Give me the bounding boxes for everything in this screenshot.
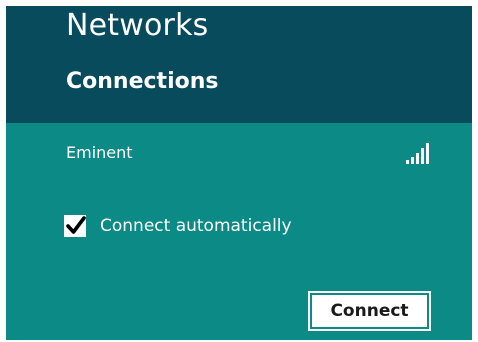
section-subtitle: Connections <box>66 69 219 94</box>
connect-automatically-label: Connect automatically <box>100 216 292 236</box>
network-name: Eminent <box>66 143 133 162</box>
checkmark-icon <box>66 216 86 234</box>
signal-bar <box>416 153 419 164</box>
connect-button[interactable]: Connect <box>308 291 431 331</box>
panel-header: Networks Connections <box>6 6 472 123</box>
connect-automatically-option[interactable]: Connect automatically <box>64 211 292 241</box>
signal-bar <box>421 148 424 164</box>
network-item-eminent[interactable]: Eminent <box>6 123 472 183</box>
signal-bar <box>411 157 414 164</box>
signal-bar <box>406 160 409 164</box>
connect-automatically-checkbox[interactable] <box>64 215 86 237</box>
networks-panel: Networks Connections Eminent Connect aut… <box>6 6 472 340</box>
wifi-signal-icon <box>406 142 436 164</box>
signal-bar <box>426 143 429 164</box>
panel-title: Networks <box>66 8 209 43</box>
